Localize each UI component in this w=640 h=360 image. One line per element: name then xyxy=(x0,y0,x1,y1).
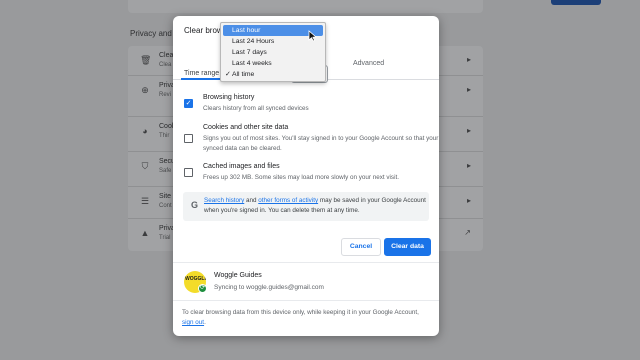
option-description: Clears history from all synced devices xyxy=(203,105,309,112)
flask-icon: ▲ xyxy=(140,228,150,238)
sync-icon: ⟳ xyxy=(198,284,207,293)
dropdown-option-last-7-days[interactable]: Last 7 days xyxy=(223,47,323,58)
row-title: Site xyxy=(159,193,172,200)
google-notice-text: Search history and other forms of activi… xyxy=(204,196,426,216)
dialog-title: Clear brow xyxy=(184,26,223,35)
row-subtitle: Safe xyxy=(159,168,172,174)
row-subtitle: Trial xyxy=(159,235,171,241)
cancel-button[interactable]: Cancel xyxy=(341,238,381,256)
row-subtitle: Revi xyxy=(159,92,172,98)
google-g-icon: G xyxy=(191,200,199,210)
row-title: Clea xyxy=(159,52,174,59)
footer-text: To clear browsing data from this device … xyxy=(182,309,419,316)
privacy-section-title: Privacy and s xyxy=(130,29,179,38)
external-link-icon: ↗ xyxy=(464,228,471,237)
mouse-cursor-icon xyxy=(308,30,318,45)
option-title: Cached images and files xyxy=(203,163,280,170)
footer-note: To clear browsing data from this device … xyxy=(182,308,432,328)
account-sync-status: Syncing to woggle.guides@gmail.com xyxy=(214,284,324,291)
dropdown-option-all-time[interactable]: ✓ All time xyxy=(223,69,323,80)
browsing-history-checkbox[interactable]: ✓ xyxy=(184,99,193,108)
cookie-icon: ◕ xyxy=(142,126,148,136)
cached-images-checkbox[interactable] xyxy=(184,168,193,177)
footer-text-end: . xyxy=(204,319,206,326)
notice-text-segment: and xyxy=(244,197,259,204)
settings-top-button xyxy=(551,0,601,5)
tab-advanced[interactable]: Advanced xyxy=(353,60,384,67)
option-description: Frees up 302 MB. Some sites may load mor… xyxy=(203,174,399,181)
dropdown-option-last-4-weeks[interactable]: Last 4 weeks xyxy=(223,58,323,69)
chevron-right-icon: ▸ xyxy=(466,126,471,135)
option-title: Cookies and other site data xyxy=(203,124,289,131)
chevron-right-icon: ▸ xyxy=(466,55,471,64)
row-subtitle: Thir xyxy=(159,133,170,139)
search-history-link[interactable]: Search history xyxy=(204,197,244,204)
checkmark-icon: ✓ xyxy=(225,71,231,78)
chevron-right-icon: ▸ xyxy=(466,85,471,94)
avatar-logo-text: WOGGLE xyxy=(185,276,206,282)
shield-icon: ⛉ xyxy=(141,161,149,171)
chevron-right-icon: ▸ xyxy=(466,161,471,170)
time-range-label: Time range xyxy=(184,70,220,77)
account-name: Woggle Guides xyxy=(214,272,262,279)
dropdown-option-label: All time xyxy=(232,71,255,78)
sign-out-link[interactable]: sign out xyxy=(182,319,204,326)
google-activity-notice: G Search history and other forms of acti… xyxy=(183,192,429,221)
row-subtitle: Clea xyxy=(159,62,172,68)
trash-icon: 🗑 xyxy=(140,55,152,65)
cookies-checkbox[interactable] xyxy=(184,134,193,143)
settings-top-card xyxy=(128,0,601,13)
privacy-guide-icon: ⊕ xyxy=(141,85,149,95)
option-title: Browsing history xyxy=(203,94,255,101)
row-subtitle: Cont xyxy=(159,203,172,209)
sliders-icon: ☰ xyxy=(140,196,150,206)
footer-divider xyxy=(173,300,439,301)
option-description: Signs you out of most sites. You'll stay… xyxy=(203,135,439,152)
clear-data-button[interactable]: Clear data xyxy=(384,238,431,256)
account-divider xyxy=(173,262,439,263)
chevron-right-icon: ▸ xyxy=(466,196,471,205)
other-activity-link[interactable]: other forms of activity xyxy=(258,197,318,204)
